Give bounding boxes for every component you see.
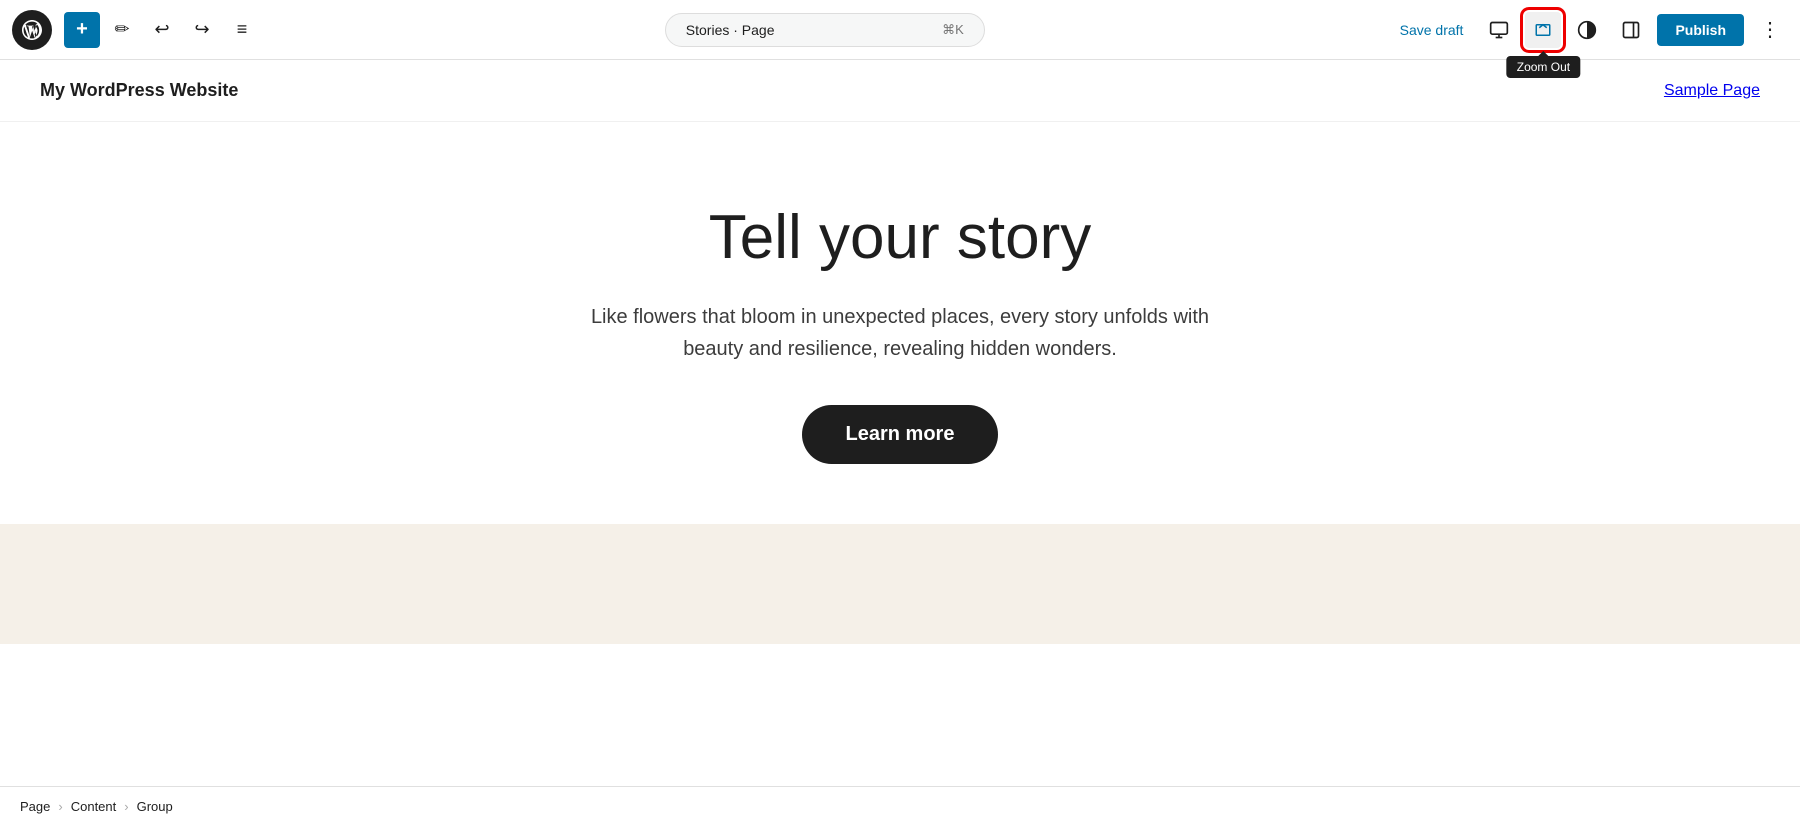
list-view-icon: ≡ — [237, 19, 248, 40]
edit-icon: ✏ — [114, 19, 129, 40]
hero-title: Tell your story — [709, 202, 1091, 273]
breadcrumb-content: Content — [71, 799, 117, 814]
breadcrumb-sep-1: › — [58, 799, 62, 814]
toolbar-right: Save draft Zoom Out — [1390, 12, 1788, 48]
add-block-button[interactable]: + — [64, 12, 100, 48]
zoom-out-button[interactable] — [1525, 12, 1561, 48]
zoom-out-wrapper: Zoom Out — [1525, 12, 1561, 48]
site-title: My WordPress Website — [40, 80, 238, 101]
view-desktop-button[interactable] — [1481, 12, 1517, 48]
wp-logo-icon — [20, 18, 44, 42]
hero-section: Tell your story Like flowers that bloom … — [0, 122, 1800, 524]
page-wrapper: My WordPress Website Sample Page Tell yo… — [0, 60, 1800, 786]
learn-more-button[interactable]: Learn more — [802, 405, 999, 464]
edit-button[interactable]: ✏ — [104, 12, 140, 48]
canvas: My WordPress Website Sample Page Tell yo… — [0, 60, 1800, 786]
breadcrumb-page: Page — [20, 799, 50, 814]
site-nav: Sample Page — [1664, 82, 1760, 100]
save-draft-button[interactable]: Save draft — [1390, 16, 1474, 44]
desktop-icon — [1489, 20, 1509, 40]
search-shortcut: ⌘K — [942, 22, 964, 38]
search-text: Stories · Page — [686, 22, 775, 38]
breadcrumb: Page › Content › Group — [0, 786, 1800, 826]
more-icon: ⋮ — [1760, 17, 1780, 42]
toolbar-left: + ✏ ↩ ↪ ≡ — [12, 10, 260, 50]
nav-sample-page[interactable]: Sample Page — [1664, 82, 1760, 99]
wp-logo[interactable] — [12, 10, 52, 50]
search-bar[interactable]: Stories · Page ⌘K — [665, 13, 985, 47]
publish-button[interactable]: Publish — [1657, 14, 1744, 46]
site-header: My WordPress Website Sample Page — [0, 60, 1800, 122]
redo-icon: ↪ — [194, 19, 209, 40]
list-view-button[interactable]: ≡ — [224, 12, 260, 48]
undo-icon: ↩ — [154, 19, 169, 40]
contrast-icon — [1577, 20, 1597, 40]
contrast-button[interactable] — [1569, 12, 1605, 48]
sidebar-icon — [1621, 20, 1641, 40]
toolbar: + ✏ ↩ ↪ ≡ Stories · Page ⌘K Save draft — [0, 0, 1800, 60]
zoom-out-icon — [1534, 21, 1552, 39]
breadcrumb-sep-2: › — [124, 799, 128, 814]
undo-button[interactable]: ↩ — [144, 12, 180, 48]
sidebar-button[interactable] — [1613, 12, 1649, 48]
hero-description: Like flowers that bloom in unexpected pl… — [560, 301, 1240, 365]
breadcrumb-group: Group — [137, 799, 173, 814]
redo-button[interactable]: ↪ — [184, 12, 220, 48]
toolbar-center: Stories · Page ⌘K — [260, 13, 1390, 47]
more-options-button[interactable]: ⋮ — [1752, 12, 1788, 48]
bottom-section — [0, 524, 1800, 644]
